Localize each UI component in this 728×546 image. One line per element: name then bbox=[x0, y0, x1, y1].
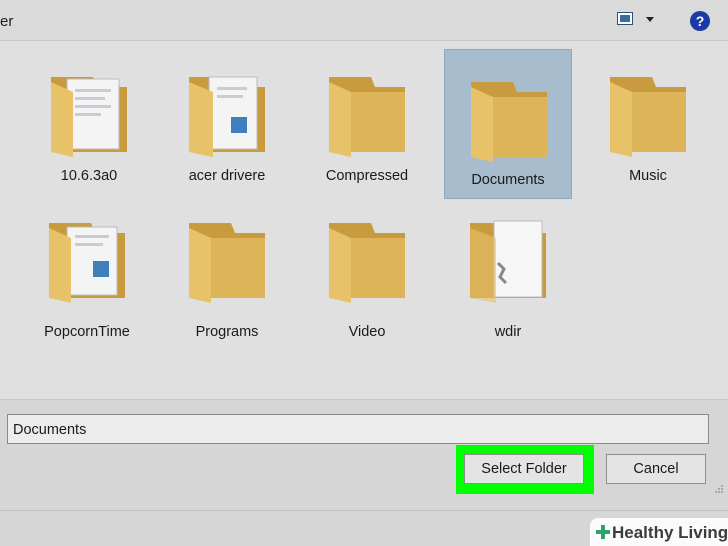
folder-item[interactable]: Programs bbox=[163, 191, 291, 341]
folder-label: Video bbox=[348, 324, 386, 340]
folder-item[interactable]: Compressed bbox=[303, 45, 431, 195]
folder-item[interactable]: PopcornTime bbox=[23, 191, 151, 341]
change-view-icon[interactable] bbox=[617, 12, 633, 25]
folder-icon bbox=[329, 223, 405, 303]
folder-label: Programs bbox=[195, 324, 259, 340]
folder-with-files-icon bbox=[189, 76, 265, 157]
chevron-down-icon[interactable] bbox=[646, 17, 654, 22]
folder-label: 10.6.3a0 bbox=[60, 168, 118, 184]
folder-item[interactable]: acer drivere bbox=[163, 45, 291, 195]
folder-item[interactable]: 10.6.3a0 bbox=[25, 45, 153, 195]
plus-cross-icon bbox=[596, 525, 610, 539]
folder-icon bbox=[610, 77, 686, 157]
folder-label: acer drivere bbox=[188, 168, 266, 184]
folder-with-files-icon bbox=[470, 220, 546, 303]
folder-name-field[interactable]: Documents bbox=[7, 414, 709, 444]
folder-icon bbox=[189, 223, 265, 303]
folder-item[interactable]: Video bbox=[303, 191, 431, 341]
folder-item[interactable]: Music bbox=[584, 45, 712, 195]
folder-label: wdir bbox=[494, 324, 522, 340]
watermark-text: Healthy Living bbox=[612, 523, 728, 542]
folder-item-selected[interactable]: Documents bbox=[444, 49, 572, 199]
window-title: er bbox=[0, 13, 14, 30]
resize-grip-icon[interactable] bbox=[714, 484, 724, 494]
folder-with-files-icon bbox=[51, 77, 127, 157]
folder-item[interactable]: wdir bbox=[444, 191, 572, 341]
folder-label: PopcornTime bbox=[44, 324, 130, 340]
folder-view: 10.6.3a0 acer drivere Compressed Documen… bbox=[0, 41, 728, 400]
dialog-title-bar: er ? bbox=[0, 0, 728, 41]
folder-label: Music bbox=[629, 168, 667, 184]
folder-icon bbox=[471, 82, 547, 162]
folder-with-files-icon bbox=[49, 223, 125, 303]
watermark: Healthy Living bbox=[590, 518, 728, 546]
folder-label: Documents bbox=[471, 172, 545, 188]
divider bbox=[0, 510, 728, 511]
cancel-button[interactable]: Cancel bbox=[606, 454, 706, 484]
help-icon[interactable]: ? bbox=[690, 11, 710, 31]
folder-label: Compressed bbox=[325, 168, 409, 184]
folder-icon bbox=[329, 77, 405, 157]
select-folder-button[interactable]: Select Folder bbox=[464, 454, 584, 484]
